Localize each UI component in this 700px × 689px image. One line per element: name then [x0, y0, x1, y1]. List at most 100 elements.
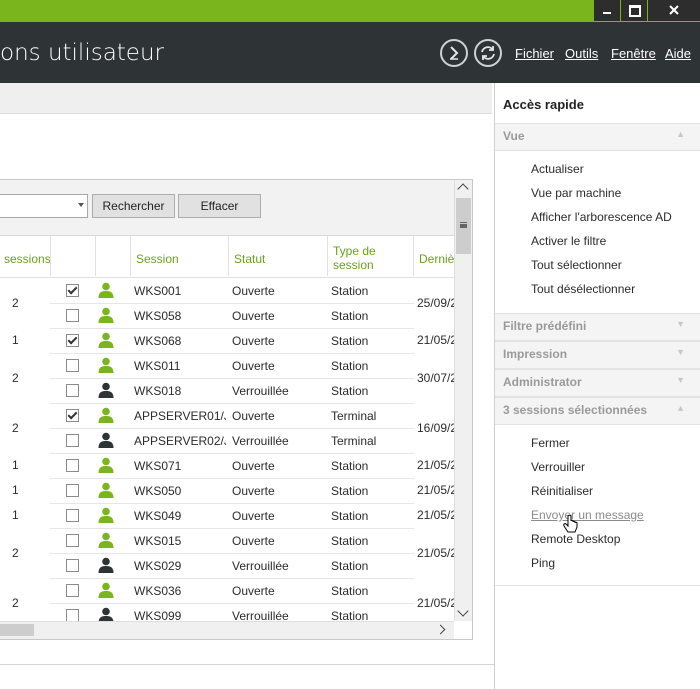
minimize-button[interactable]: [594, 0, 620, 21]
last-activity-date: 16/09/2: [417, 420, 454, 435]
session-count-cell: 1: [0, 328, 50, 352]
table-row[interactable]: APPSERVER01/J... Ouverte Terminal: [0, 403, 454, 429]
horizontal-scrollbar[interactable]: [0, 621, 454, 639]
action-fermer[interactable]: Fermer: [531, 436, 570, 450]
table-row[interactable]: WKS068 Ouverte Station: [0, 328, 454, 354]
type-cell: Station: [331, 584, 369, 598]
session-cell: WKS058: [134, 309, 182, 323]
section-filtre-predefini[interactable]: Filtre prédéfini ▼: [495, 313, 700, 341]
last-activity-cell: 21/05/2: [414, 453, 454, 477]
action-tout-deselectionner[interactable]: Tout désélectionner: [531, 282, 635, 296]
row-checkbox[interactable]: [66, 409, 79, 422]
session-count-cell: 2: [0, 278, 50, 327]
menu-fenetre[interactable]: Fenêtre: [611, 46, 656, 61]
table-row[interactable]: WKS029 Verrouillée Station: [0, 553, 454, 579]
scroll-thumb[interactable]: [456, 198, 471, 254]
user-icon: [98, 457, 114, 473]
action-actualiser[interactable]: Actualiser: [531, 162, 584, 176]
scroll-up-icon[interactable]: [457, 183, 469, 195]
menu-fichier[interactable]: Fichier: [515, 46, 554, 61]
section-vue[interactable]: Vue ▲: [495, 123, 700, 151]
row-checkbox[interactable]: [66, 284, 79, 297]
section-impression[interactable]: Impression ▼: [495, 341, 700, 369]
row-checkbox[interactable]: [66, 309, 79, 322]
table-row[interactable]: WKS058 Ouverte Station: [0, 303, 454, 329]
scroll-right-icon[interactable]: [435, 624, 446, 635]
statut-cell: Verrouillée: [232, 384, 289, 398]
last-activity-cell: 30/07/2: [414, 353, 454, 402]
table-row[interactable]: WKS071 Ouverte Station: [0, 453, 454, 479]
section-sessions-title: 3 sessions sélectionnées: [503, 403, 648, 417]
clear-button[interactable]: Effacer: [178, 194, 261, 218]
statut-cell: Verrouillée: [232, 434, 289, 448]
action-verrouiller[interactable]: Verrouiller: [531, 460, 585, 474]
search-button[interactable]: Rechercher: [92, 194, 175, 218]
chevron-down-icon[interactable]: [78, 203, 84, 207]
section-filtre-title: Filtre prédéfini: [503, 319, 587, 333]
session-count-cell: 2: [0, 353, 50, 402]
last-activity-date: 21/05/2: [417, 483, 454, 497]
row-checkbox[interactable]: [66, 534, 79, 547]
table-row[interactable]: WKS036 Ouverte Station: [0, 578, 454, 604]
action-tout-selectionner[interactable]: Tout sélectionner: [531, 258, 622, 272]
row-checkbox[interactable]: [66, 484, 79, 497]
last-activity-cell: 25/09/2: [414, 278, 454, 327]
vertical-scrollbar[interactable]: [454, 180, 472, 621]
type-cell: Station: [331, 459, 369, 473]
statut-cell: Ouverte: [232, 359, 275, 373]
row-checkbox[interactable]: [66, 384, 79, 397]
arrow-right-icon: [450, 46, 459, 60]
refresh-button[interactable]: [474, 39, 502, 67]
row-checkbox[interactable]: [66, 334, 79, 347]
type-cell: Station: [331, 484, 369, 498]
table-row[interactable]: WKS049 Ouverte Station: [0, 503, 454, 529]
scroll-down-icon[interactable]: [457, 605, 469, 617]
row-checkbox[interactable]: [66, 584, 79, 597]
section-administrator[interactable]: Administrator ▼: [495, 369, 700, 397]
type-cell: Terminal: [331, 434, 377, 448]
table-row[interactable]: WKS011 Ouverte Station: [0, 353, 454, 379]
session-cell: WKS049: [134, 509, 182, 523]
close-button[interactable]: [648, 0, 700, 21]
maximize-button[interactable]: [621, 0, 647, 21]
row-checkbox[interactable]: [66, 459, 79, 472]
row-checkbox[interactable]: [66, 359, 79, 372]
type-cell: Station: [331, 384, 369, 398]
statut-cell: Ouverte: [232, 509, 275, 523]
row-checkbox[interactable]: [66, 434, 79, 447]
statut-cell: Ouverte: [232, 284, 275, 298]
chevron-down-icon: ▼: [676, 319, 685, 329]
session-count: 1: [12, 458, 19, 472]
hscroll-thumb[interactable]: [0, 624, 34, 636]
user-icon: [98, 482, 114, 498]
forward-button[interactable]: [440, 39, 468, 67]
section-vue-title: Vue: [503, 129, 525, 143]
row-checkbox[interactable]: [66, 509, 79, 522]
col-divider: [327, 236, 328, 276]
action-vue-par-machine[interactable]: Vue par machine: [531, 186, 621, 200]
row-checkbox[interactable]: [66, 559, 79, 572]
last-activity-cell: 21/05/2: [414, 328, 454, 352]
user-icon: [98, 582, 114, 598]
action-envoyer-message[interactable]: Envoyer un message: [531, 508, 644, 522]
user-icon: [98, 532, 114, 548]
table-row[interactable]: APPSERVER02/J... Verrouillée Terminal: [0, 428, 454, 454]
table-row[interactable]: WKS001 Ouverte Station: [0, 278, 454, 304]
user-icon: [98, 282, 114, 298]
chevron-up-icon: ▲: [676, 129, 685, 139]
user-icon: [98, 357, 114, 373]
action-ping[interactable]: Ping: [531, 556, 555, 570]
search-input[interactable]: [0, 194, 88, 218]
action-reinitialiser[interactable]: Réinitialiser: [531, 484, 593, 498]
table-row[interactable]: WKS015 Ouverte Station: [0, 528, 454, 554]
menu-aide[interactable]: Aide: [665, 46, 691, 61]
table-row[interactable]: WKS050 Ouverte Station: [0, 478, 454, 504]
menu-outils[interactable]: Outils: [565, 46, 598, 61]
type-cell: Station: [331, 284, 369, 298]
action-arborescence-ad[interactable]: Afficher l'arborescence AD: [531, 210, 672, 224]
window-titlebar: [0, 0, 700, 22]
table-row[interactable]: WKS018 Verrouillée Station: [0, 378, 454, 404]
session-count-cell: 1: [0, 478, 50, 502]
section-sessions-selectionnees[interactable]: 3 sessions sélectionnées ▲: [495, 397, 700, 425]
action-activer-filtre[interactable]: Activer le filtre: [531, 234, 606, 248]
